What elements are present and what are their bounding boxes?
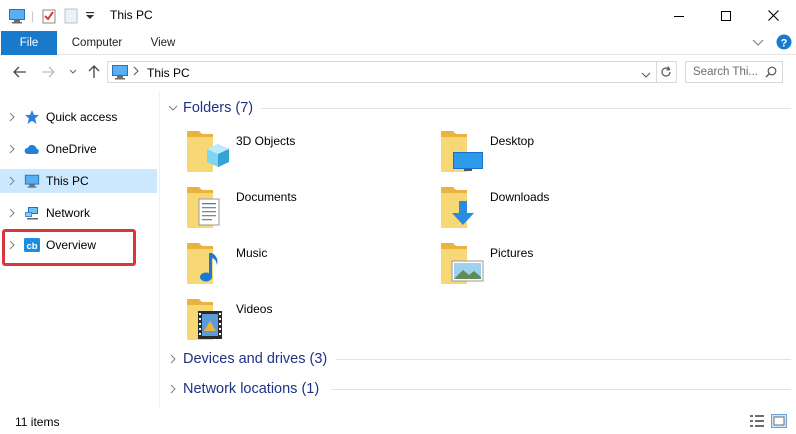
details-view-icon[interactable] bbox=[749, 414, 765, 428]
back-button[interactable] bbox=[9, 61, 31, 83]
this-pc-icon bbox=[111, 64, 129, 83]
close-icon bbox=[767, 10, 779, 21]
folder-label: 3D Objects bbox=[236, 134, 296, 148]
folder-label: Downloads bbox=[490, 190, 550, 204]
group-header-folders[interactable]: Folders (7) bbox=[167, 98, 253, 118]
nav-item-quick-access[interactable]: Quick access bbox=[0, 105, 157, 129]
nav-item-label: OneDrive bbox=[46, 142, 97, 156]
customize-toolbar-icon[interactable] bbox=[85, 0, 95, 31]
group-divider bbox=[331, 389, 791, 390]
folder-desktop[interactable]: Desktop bbox=[439, 127, 689, 179]
folder-label: Pictures bbox=[490, 246, 534, 260]
up-button[interactable] bbox=[83, 61, 105, 83]
breadcrumb-this-pc[interactable]: This PC bbox=[147, 66, 190, 80]
navigation-pane: Quick access OneDrive This PC Network cb… bbox=[0, 91, 160, 409]
nav-item-label: Network bbox=[46, 206, 91, 220]
search-placeholder: Search Thi... bbox=[693, 66, 758, 78]
star-icon bbox=[25, 110, 39, 124]
desktop-folder-icon bbox=[441, 131, 483, 172]
folder-downloads[interactable]: Downloads bbox=[439, 183, 689, 235]
folder-label: Desktop bbox=[490, 134, 535, 148]
computer-icon bbox=[24, 174, 40, 188]
forward-arrow-icon bbox=[42, 66, 55, 78]
tab-file[interactable]: File bbox=[1, 31, 57, 55]
up-arrow-icon bbox=[88, 65, 100, 78]
expand-ribbon-icon[interactable] bbox=[752, 37, 764, 51]
videos-folder-icon bbox=[187, 299, 222, 340]
title-separator: | bbox=[31, 8, 35, 23]
folder-label: Videos bbox=[236, 302, 273, 316]
nav-item-network[interactable]: Network bbox=[0, 201, 157, 225]
chevron-right-icon[interactable] bbox=[7, 111, 17, 123]
group-divider bbox=[261, 108, 791, 109]
tab-computer[interactable]: Computer bbox=[60, 31, 134, 55]
content-pane: Folders (7) 3D Objects Desktop Documents… bbox=[161, 91, 796, 409]
help-icon[interactable]: ? bbox=[776, 34, 792, 53]
chevron-down-icon bbox=[168, 105, 178, 111]
recent-locations-button[interactable] bbox=[62, 61, 84, 83]
folder-pictures[interactable]: Pictures bbox=[439, 239, 689, 291]
documents-folder-icon bbox=[187, 187, 220, 228]
folder-3d-objects[interactable]: 3D Objects bbox=[185, 127, 435, 179]
large-icons-view-icon[interactable] bbox=[771, 414, 787, 428]
folder-label: Music bbox=[236, 246, 268, 260]
address-dropdown-icon[interactable] bbox=[641, 68, 651, 82]
maximize-button[interactable] bbox=[703, 0, 749, 31]
minimize-icon bbox=[674, 15, 684, 17]
group-header-devices[interactable]: Devices and drives (3) bbox=[167, 349, 327, 369]
pictures-folder-icon bbox=[441, 243, 484, 284]
folder-videos[interactable]: Videos bbox=[185, 295, 435, 347]
address-bar[interactable]: This PC bbox=[107, 61, 657, 83]
ribbon: File Computer View ? bbox=[0, 31, 796, 55]
folder-music[interactable]: Music bbox=[185, 239, 435, 291]
window-title: This PC bbox=[110, 8, 153, 22]
network-icon bbox=[25, 207, 38, 220]
chevron-right-icon[interactable] bbox=[7, 175, 17, 187]
nav-item-onedrive[interactable]: OneDrive bbox=[0, 137, 157, 161]
group-title: Folders (7) bbox=[183, 100, 254, 116]
nav-item-label: Quick access bbox=[46, 110, 118, 124]
address-row: This PC Search Thi... bbox=[0, 55, 796, 91]
group-divider bbox=[336, 359, 791, 360]
title-bar: | This PC bbox=[0, 0, 796, 31]
group-title: Devices and drives (3) bbox=[183, 351, 328, 367]
new-folder-icon[interactable] bbox=[64, 0, 78, 31]
group-header-network-locations[interactable]: Network locations (1) bbox=[167, 379, 319, 399]
item-count: 11 items bbox=[15, 415, 60, 429]
tab-view[interactable]: View bbox=[140, 31, 186, 55]
chevron-right-icon[interactable] bbox=[7, 207, 17, 219]
downloads-folder-icon bbox=[441, 187, 474, 228]
group-title: Network locations (1) bbox=[183, 381, 320, 397]
close-button[interactable] bbox=[750, 0, 796, 31]
folder-documents[interactable]: Documents bbox=[185, 183, 435, 235]
refresh-button[interactable] bbox=[656, 61, 677, 83]
svg-text:?: ? bbox=[781, 38, 788, 50]
folder-label: Documents bbox=[236, 190, 297, 204]
refresh-icon bbox=[661, 66, 671, 77]
highlight-annotation bbox=[2, 229, 136, 266]
back-arrow-icon bbox=[13, 66, 26, 78]
breadcrumb-separator-icon[interactable] bbox=[132, 65, 140, 80]
forward-button[interactable] bbox=[37, 61, 59, 83]
chevron-down-icon bbox=[69, 69, 77, 74]
nav-item-this-pc[interactable]: This PC bbox=[0, 169, 157, 193]
search-icon bbox=[765, 66, 777, 81]
chevron-right-icon bbox=[170, 354, 176, 364]
this-pc-icon[interactable] bbox=[8, 0, 26, 31]
chevron-right-icon[interactable] bbox=[7, 143, 17, 155]
properties-icon[interactable] bbox=[41, 0, 57, 31]
chevron-right-icon bbox=[170, 384, 176, 394]
nav-item-label: This PC bbox=[46, 174, 89, 188]
music-folder-icon bbox=[187, 243, 218, 284]
search-input[interactable]: Search Thi... bbox=[685, 61, 783, 83]
minimize-button[interactable] bbox=[656, 0, 702, 31]
cloud-icon bbox=[24, 145, 39, 154]
status-bar: 11 items bbox=[0, 409, 796, 434]
3d-objects-folder-icon bbox=[187, 131, 229, 172]
maximize-icon bbox=[721, 10, 731, 21]
